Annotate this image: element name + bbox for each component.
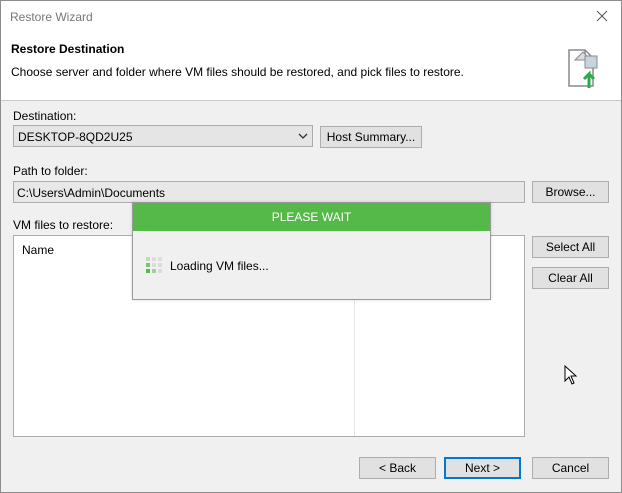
- next-button[interactable]: Next >: [444, 457, 521, 479]
- column-divider: [354, 296, 355, 436]
- destination-label: Destination:: [13, 109, 77, 123]
- mouse-cursor-icon: [564, 365, 578, 385]
- files-label: VM files to restore:: [13, 218, 114, 232]
- host-summary-button[interactable]: Host Summary...: [320, 126, 422, 148]
- please-wait-dialog: PLEASE WAIT Loading VM files...: [132, 202, 491, 300]
- destination-dropdown[interactable]: DESKTOP-8QD2U25: [13, 125, 313, 147]
- restore-wizard-window: Restore Wizard Restore Destination Choos…: [0, 0, 622, 493]
- please-wait-title: PLEASE WAIT: [133, 203, 490, 231]
- destination-value: DESKTOP-8QD2U25: [18, 130, 133, 144]
- page-description: Choose server and folder where VM files …: [11, 65, 464, 79]
- back-button[interactable]: < Back: [359, 457, 436, 479]
- close-button[interactable]: [589, 5, 615, 27]
- page-title: Restore Destination: [11, 42, 125, 56]
- browse-button[interactable]: Browse...: [532, 181, 609, 203]
- loading-message: Loading VM files...: [170, 259, 269, 273]
- window-title: Restore Wizard: [10, 10, 93, 24]
- path-label: Path to folder:: [13, 164, 88, 178]
- loading-spinner-icon: [146, 257, 162, 273]
- path-value: C:\Users\Admin\Documents: [17, 186, 166, 200]
- clear-all-button[interactable]: Clear All: [532, 267, 609, 289]
- restore-document-icon: [563, 46, 611, 90]
- cancel-button[interactable]: Cancel: [532, 457, 609, 479]
- chevron-down-icon: [298, 133, 308, 139]
- close-icon: [596, 10, 608, 22]
- wizard-header: Restore Destination Choose server and fo…: [1, 32, 621, 101]
- title-bar: Restore Wizard: [1, 1, 621, 32]
- column-header-name[interactable]: Name: [22, 243, 54, 257]
- path-input[interactable]: C:\Users\Admin\Documents: [13, 181, 525, 203]
- select-all-button[interactable]: Select All: [532, 236, 609, 258]
